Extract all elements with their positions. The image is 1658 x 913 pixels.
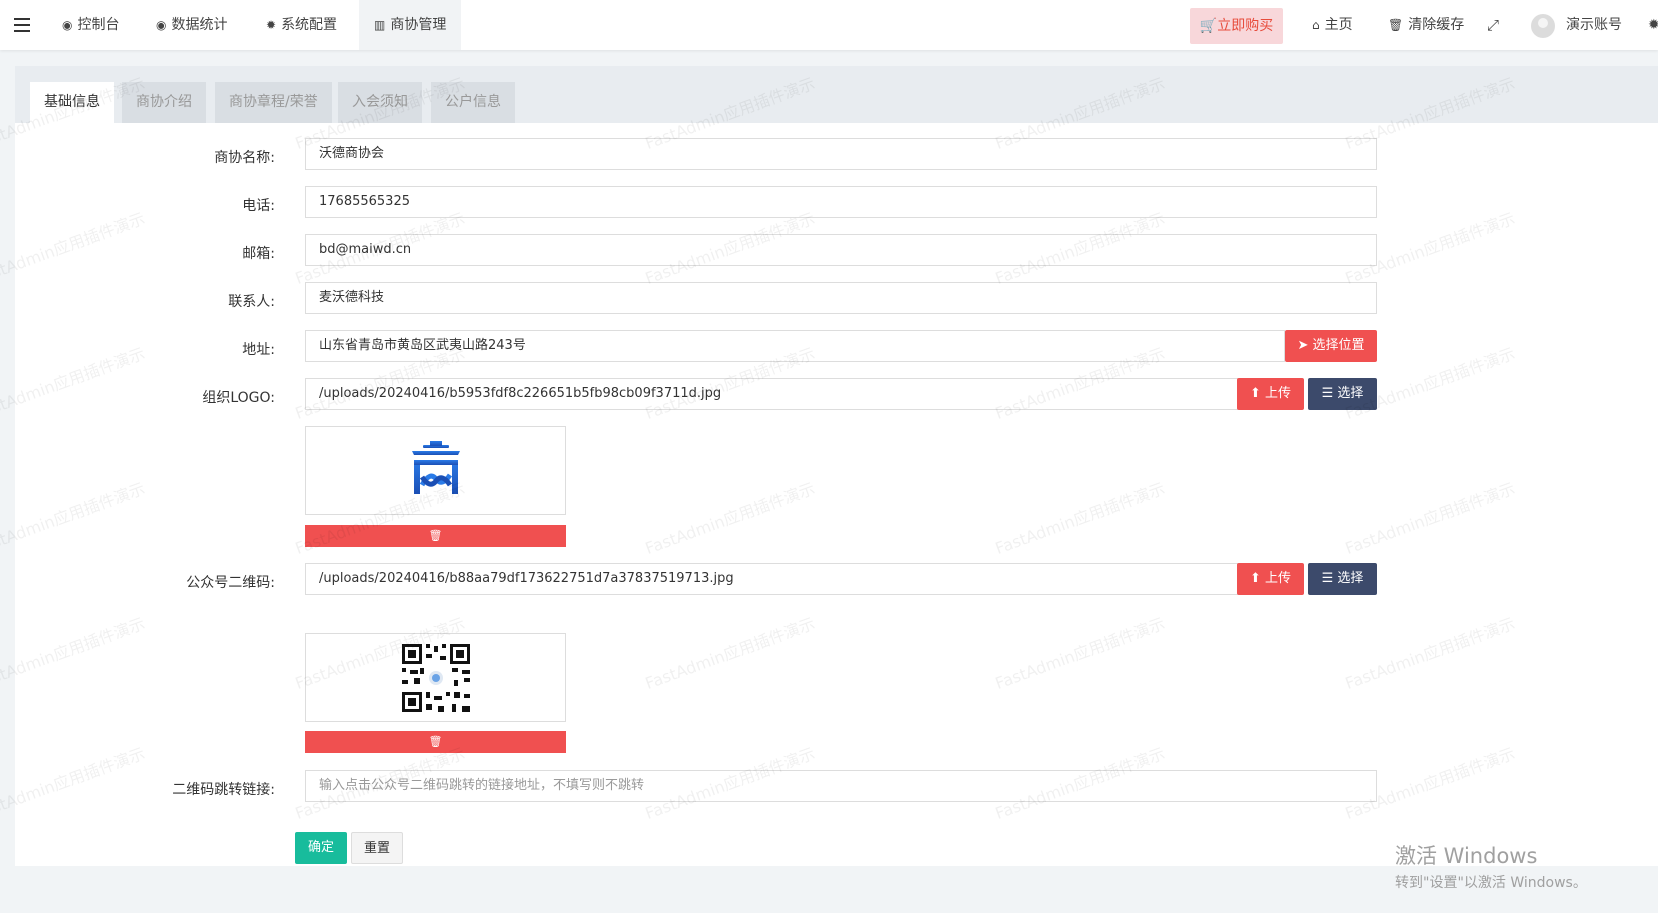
location-arrow-icon: ➤ (1297, 338, 1309, 353)
list-icon: ☰ (1321, 571, 1334, 586)
tab-association-intro[interactable]: 商协介绍 (122, 82, 206, 123)
qrcode-preview (305, 633, 566, 722)
qrcode-choose-button[interactable]: ☰ 选择 (1308, 563, 1377, 595)
name-input[interactable]: 沃德商协会 (305, 138, 1377, 170)
list-icon: ☰ (1321, 386, 1334, 401)
qrcode-upload-button[interactable]: ⬆ 上传 (1237, 563, 1304, 595)
choose-location-button[interactable]: ➤ 选择位置 (1285, 330, 1377, 362)
logo-choose-button[interactable]: ☰ 选择 (1308, 378, 1377, 410)
upload-icon: ⬆ (1249, 571, 1261, 586)
buy-now-button[interactable]: 🛒立即购买 (1190, 8, 1283, 44)
logo-label: 组织LOGO: (202, 390, 275, 406)
avatar[interactable] (1531, 14, 1555, 38)
association-logo-image (412, 441, 460, 494)
dashboard-icon: ◉ (62, 18, 73, 32)
logo-path-input[interactable]: /uploads/20240416/b5953fdf8c226651b5fb98… (305, 378, 1238, 410)
email-input[interactable]: bd@maiwd.cn (305, 234, 1377, 266)
logo-upload-button[interactable]: ⬆ 上传 (1237, 378, 1304, 410)
menu-toggle-icon[interactable] (14, 14, 30, 34)
dashboard-icon: ◉ (156, 18, 167, 32)
tab-bar: 基础信息 商协介绍 商协章程/荣誉 入会须知 公户信息 (15, 66, 1658, 123)
phone-label: 电话: (242, 198, 275, 214)
address-label: 地址: (242, 342, 275, 358)
qrcode-delete-button[interactable]: 🗑 (305, 731, 566, 753)
contact-label: 联系人: (228, 294, 275, 310)
email-label: 邮箱: (242, 246, 275, 262)
top-navbar: ◉ 控制台 ◉ 数据统计 ✹ 系统配置 ▥ 商协管理 🛒立即购买 ⌂ 主页 🗑 清除缓存 ⤢… (0, 0, 1658, 50)
qrlink-label: 二维码跳转链接: (172, 782, 275, 798)
tab-membership-notice[interactable]: 入会须知 (338, 82, 422, 123)
clear-cache-button[interactable]: 🗑 清除缓存 (1388, 0, 1464, 50)
windows-activation-title: 激活 Windows (1395, 844, 1538, 868)
qrcode-path-input[interactable]: /uploads/20240416/b88aa79df173622751d7a3… (305, 563, 1238, 595)
phone-input[interactable]: 17685565325 (305, 186, 1377, 218)
tab-account-info[interactable]: 公户信息 (431, 82, 515, 123)
qrcode-image (400, 642, 472, 714)
trash-icon: 🗑 (1388, 18, 1404, 32)
bar-chart-icon: ▥ (374, 18, 386, 32)
windows-activation-subtitle: 转到"设置"以激活 Windows。 (1395, 875, 1587, 891)
trash-icon: 🗑 (428, 735, 443, 748)
trash-icon: 🗑 (428, 529, 443, 542)
gear-icon: ✹ (266, 18, 277, 32)
contact-input[interactable]: 麦沃德科技 (305, 282, 1377, 314)
home-link[interactable]: ⌂ 主页 (1312, 0, 1353, 50)
tab-basic-info[interactable]: 基础信息 (30, 82, 114, 123)
logo-preview (305, 426, 566, 515)
windows-activation-notice: 激活 Windows 转到"设置"以激活 Windows。 (1395, 840, 1587, 892)
account-menu[interactable]: 演示账号 (1566, 0, 1622, 50)
name-label: 商协名称: (214, 150, 275, 166)
logo-delete-button[interactable]: 🗑 (305, 525, 566, 547)
nav-system-config[interactable]: ✹ 系统配置 (266, 0, 337, 50)
qrlink-input[interactable]: 输入点击公众号二维码跳转的链接地址，不填写则不跳转 (305, 770, 1377, 802)
nav-dashboard[interactable]: ◉ 控制台 (62, 0, 119, 50)
nav-statistics[interactable]: ◉ 数据统计 (156, 0, 227, 50)
fullscreen-icon[interactable]: ⤢ (1487, 0, 1499, 50)
cart-icon: 🛒 (1199, 18, 1218, 34)
upload-icon: ⬆ (1249, 386, 1261, 401)
reset-button[interactable]: 重置 (351, 832, 403, 864)
qrcode-label: 公众号二维码: (186, 575, 275, 591)
tab-association-charter[interactable]: 商协章程/荣誉 (215, 82, 332, 123)
home-icon: ⌂ (1312, 18, 1320, 32)
nav-association-management[interactable]: ▥ 商协管理 (359, 0, 462, 50)
address-input[interactable]: 山东省青岛市黄岛区武夷山路243号 (305, 330, 1285, 362)
submit-button[interactable]: 确定 (295, 832, 347, 864)
gear-icon[interactable]: ✹ (1648, 0, 1658, 50)
